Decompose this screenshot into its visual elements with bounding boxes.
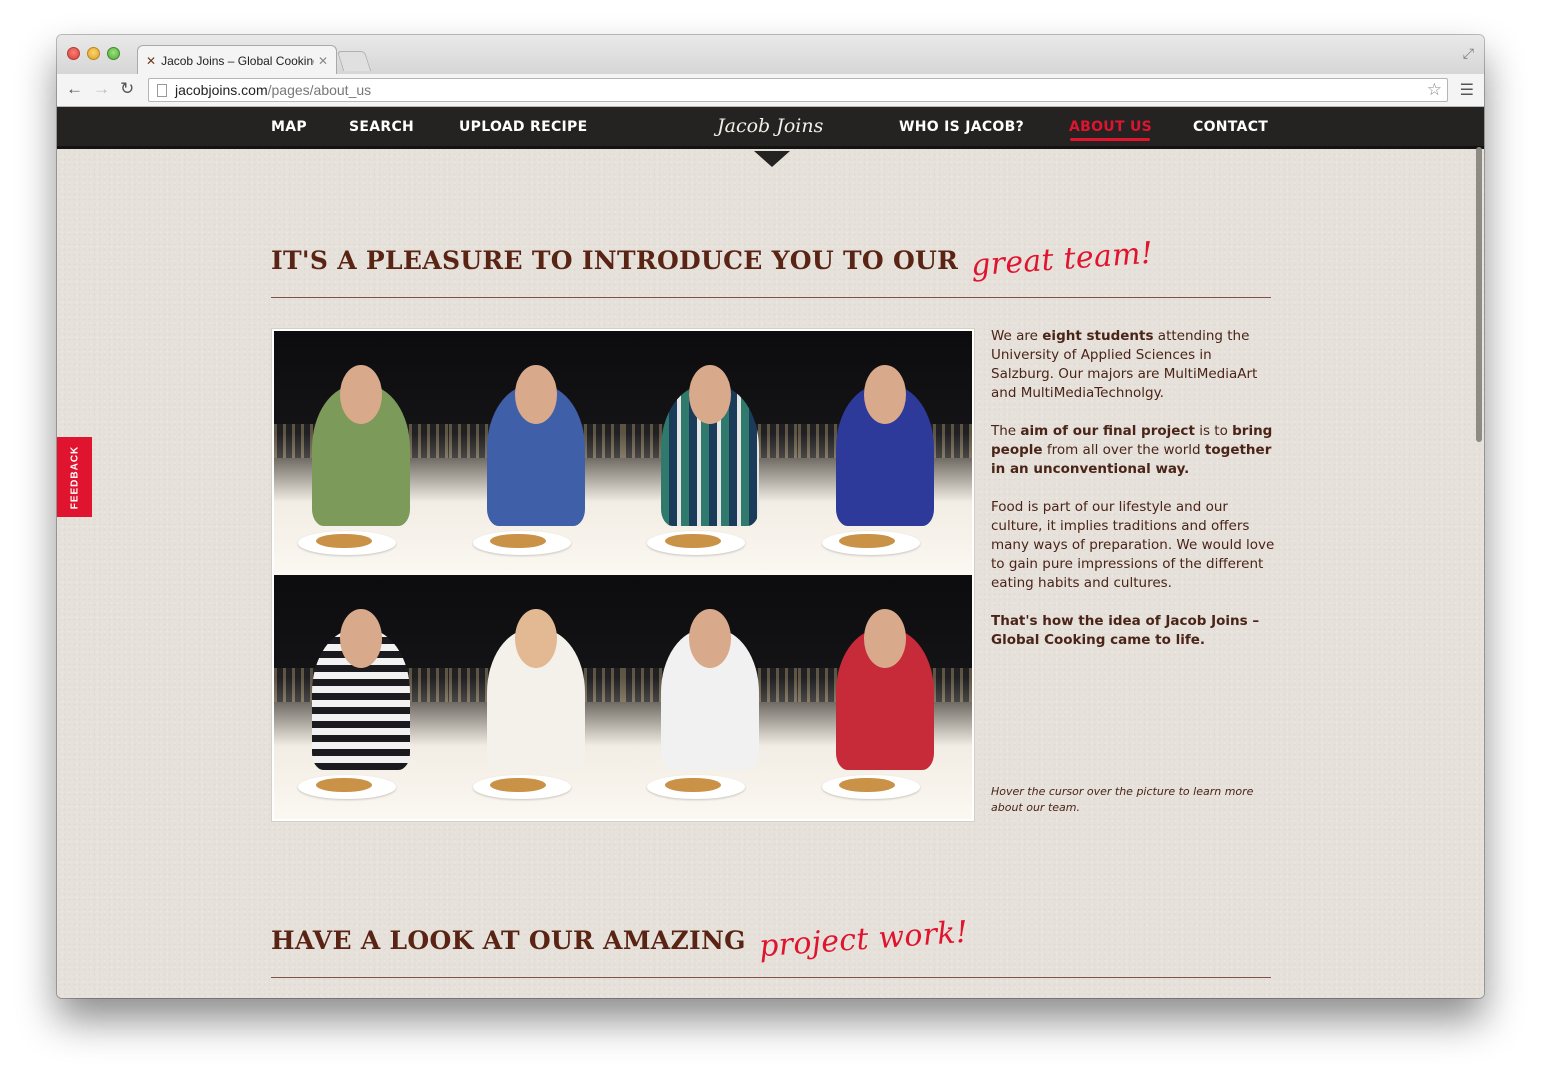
url-path: /pages/about_us	[267, 82, 372, 98]
tab-title: Jacob Joins – Global Cooking	[161, 53, 314, 68]
team-member-photo[interactable]	[274, 575, 449, 819]
browser-window: ✕ Jacob Joins – Global Cooking ✕ ⤢ ← → ↻…	[57, 35, 1484, 998]
intro-paragraph: Food is part of our lifestyle and our cu…	[991, 499, 1275, 591]
site-navigation: MAP SEARCH UPLOAD RECIPE Jacob Joins WHO…	[57, 107, 1484, 149]
team-member-photo[interactable]	[448, 331, 623, 575]
section-divider	[271, 977, 1271, 978]
page-icon	[157, 83, 167, 97]
hover-hint: Hover the cursor over the picture to lea…	[991, 785, 1254, 814]
new-tab-button[interactable]	[336, 51, 372, 71]
team-intro-text: We are eight students attending the Univ…	[991, 327, 1276, 669]
team-photo-grid	[274, 331, 972, 819]
logo-notch	[754, 151, 790, 167]
browser-tab[interactable]: ✕ Jacob Joins – Global Cooking ✕	[137, 45, 337, 75]
zoom-window-button[interactable]	[107, 47, 120, 60]
title-bar: ✕ Jacob Joins – Global Cooking ✕ ⤢	[57, 35, 1484, 75]
nav-item-map[interactable]: MAP	[271, 119, 307, 135]
team-member-photo[interactable]	[797, 575, 972, 819]
menu-icon[interactable]: ☰	[1460, 80, 1474, 100]
team-heading-text: IT'S A PLEASURE TO INTRODUCE YOU TO OUR	[271, 246, 959, 275]
browser-toolbar: ← → ↻ jacobjoins.com/pages/about_us ☆ ☰	[57, 74, 1484, 107]
nav-item-upload-recipe[interactable]: UPLOAD RECIPE	[459, 119, 587, 135]
url-domain: jacobjoins.com	[175, 82, 268, 98]
fullscreen-icon[interactable]: ⤢	[1463, 45, 1474, 62]
team-heading-accent: great team!	[970, 235, 1155, 284]
nav-item-contact[interactable]: CONTACT	[1193, 119, 1268, 135]
back-icon[interactable]: ←	[66, 79, 83, 99]
project-heading-accent: project work!	[757, 914, 970, 965]
section-divider	[271, 297, 1271, 298]
page-viewport: MAP SEARCH UPLOAD RECIPE Jacob Joins WHO…	[57, 107, 1484, 998]
intro-paragraph: That's how the idea of Jacob Joins – Glo…	[991, 613, 1260, 648]
project-heading-text: HAVE A LOOK AT OUR AMAZING	[271, 926, 746, 955]
scrollbar-thumb[interactable]	[1476, 147, 1482, 442]
feedback-button[interactable]: FEEDBACK	[57, 437, 92, 517]
close-window-button[interactable]	[67, 47, 80, 60]
team-member-photo[interactable]	[623, 331, 798, 575]
team-member-photo[interactable]	[274, 331, 449, 575]
nav-item-who-is-jacob[interactable]: WHO IS JACOB?	[899, 119, 1024, 135]
reload-icon[interactable]: ↻	[120, 79, 134, 99]
intro-paragraph: We are eight students attending the Univ…	[991, 328, 1258, 401]
minimize-window-button[interactable]	[87, 47, 100, 60]
close-icon[interactable]: ✕	[318, 54, 328, 68]
fork-knife-icon: ✕	[146, 53, 157, 68]
forward-icon[interactable]: →	[93, 79, 110, 99]
team-member-photo[interactable]	[448, 575, 623, 819]
feedback-label: FEEDBACK	[69, 445, 80, 509]
star-icon[interactable]: ☆	[1427, 80, 1442, 100]
team-section-heading: IT'S A PLEASURE TO INTRODUCE YOU TO OUR …	[271, 236, 1155, 284]
active-nav-underline	[1070, 138, 1150, 141]
team-member-photo[interactable]	[797, 331, 972, 575]
site-logo[interactable]: Jacob Joins	[717, 115, 823, 137]
nav-item-about-us[interactable]: ABOUT US	[1069, 119, 1152, 135]
intro-paragraph: The aim of our final project is to bring…	[991, 423, 1273, 477]
nav-item-search[interactable]: SEARCH	[349, 119, 414, 135]
team-member-photo[interactable]	[623, 575, 798, 819]
team-photo[interactable]	[272, 329, 974, 821]
project-section-heading: HAVE A LOOK AT OUR AMAZING project work!	[271, 915, 969, 965]
address-bar[interactable]: jacobjoins.com/pages/about_us ☆	[148, 78, 1448, 102]
